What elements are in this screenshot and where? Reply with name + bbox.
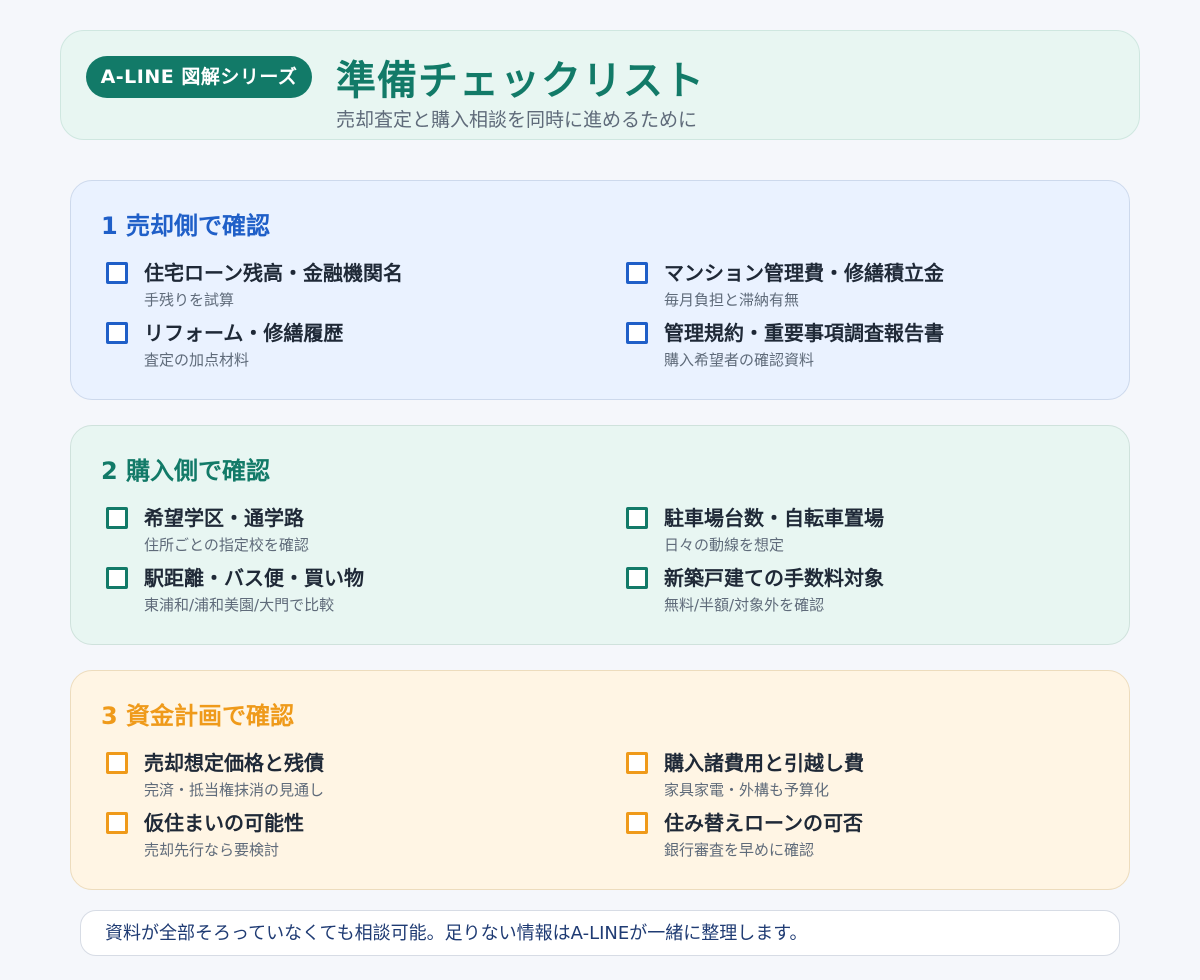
item-note: 完済・抵当権抹消の見通し [144,781,325,799]
checkbox[interactable] [626,262,648,284]
item-note: 売却先行なら要検討 [144,841,280,859]
item-title: 仮住まいの可能性 [144,811,304,835]
item-title: 住宅ローン残高・金融機関名 [144,261,403,285]
checkbox[interactable] [106,812,128,834]
section-title: 3 資金計画で確認 [101,702,295,730]
checklist-item: 管理規約・重要事項調査報告書 購入希望者の確認資料 [626,321,1066,375]
item-title: リフォーム・修繕履歴 [144,321,344,345]
item-note: 住所ごとの指定校を確認 [144,536,309,554]
item-note: 銀行審査を早めに確認 [664,841,815,859]
checkbox[interactable] [626,752,648,774]
page-title: 準備チェックリスト [336,58,705,104]
section-title: 1 売却側で確認 [101,212,271,240]
checklist-item: 駅距離・バス便・買い物 東浦和/浦和美園/大門で比較 [106,566,546,620]
checkbox[interactable] [626,812,648,834]
checkbox[interactable] [106,507,128,529]
item-note: 家具家電・外構も予算化 [664,781,830,799]
checkbox[interactable] [626,507,648,529]
checklist-item: 駐車場台数・自転車置場 日々の動線を想定 [626,506,1066,560]
checklist-item: 新築戸建ての手数料対象 無料/半額/対象外を確認 [626,566,1066,620]
item-title: 住み替えローンの可否 [664,811,863,835]
section-finance-check: 3 資金計画で確認 売却想定価格と残債 完済・抵当権抹消の見通し 購入諸費用と引… [70,670,1130,890]
checkbox[interactable] [626,567,648,589]
item-title: 購入諸費用と引越し費 [664,751,864,775]
series-badge: A-LINE 図解シリーズ [86,56,312,98]
item-title: 駅距離・バス便・買い物 [144,566,364,590]
item-title: 売却想定価格と残債 [144,751,324,775]
item-title: 駐車場台数・自転車置場 [664,506,884,530]
section-purchase-check: 2 購入側で確認 希望学区・通学路 住所ごとの指定校を確認 駐車場台数・自転車置… [70,425,1130,645]
item-title: 管理規約・重要事項調査報告書 [664,321,944,345]
item-title: 希望学区・通学路 [144,506,304,530]
item-note: 毎月負担と滞納有無 [664,291,800,309]
page-subtitle: 売却査定と購入相談を同時に進めるために [336,109,698,131]
checkbox[interactable] [106,322,128,344]
checklist-item: 住宅ローン残高・金融機関名 手残りを試算 [106,261,546,315]
item-title: 新築戸建ての手数料対象 [664,566,884,590]
checklist-item: 住み替えローンの可否 銀行審査を早めに確認 [626,811,1066,865]
item-note: 手残りを試算 [144,291,235,309]
footer-note: 資料が全部そろっていなくても相談可能。足りない情報はA-LINEが一緒に整理しま… [80,910,1120,956]
checklist-item: 購入諸費用と引越し費 家具家電・外構も予算化 [626,751,1066,805]
checklist-item: 売却想定価格と残債 完済・抵当権抹消の見通し [106,751,546,805]
item-note: 東浦和/浦和美園/大門で比較 [144,596,335,614]
header-card: A-LINE 図解シリーズ 準備チェックリスト 売却査定と購入相談を同時に進める… [60,30,1140,140]
item-note: 査定の加点材料 [144,351,250,369]
item-note: 無料/半額/対象外を確認 [664,596,825,614]
section-title: 2 購入側で確認 [101,457,271,485]
item-note: 日々の動線を想定 [664,536,785,554]
item-note: 購入希望者の確認資料 [664,351,815,369]
checklist-item: リフォーム・修繕履歴 査定の加点材料 [106,321,546,375]
item-title: マンション管理費・修繕積立金 [664,261,944,285]
checklist-item: 仮住まいの可能性 売却先行なら要検討 [106,811,546,865]
checkbox[interactable] [106,262,128,284]
checkbox[interactable] [626,322,648,344]
checklist-item: 希望学区・通学路 住所ごとの指定校を確認 [106,506,546,560]
section-sale-check: 1 売却側で確認 住宅ローン残高・金融機関名 手残りを試算 マンション管理費・修… [70,180,1130,400]
checkbox[interactable] [106,752,128,774]
checklist-item: マンション管理費・修繕積立金 毎月負担と滞納有無 [626,261,1066,315]
checkbox[interactable] [106,567,128,589]
